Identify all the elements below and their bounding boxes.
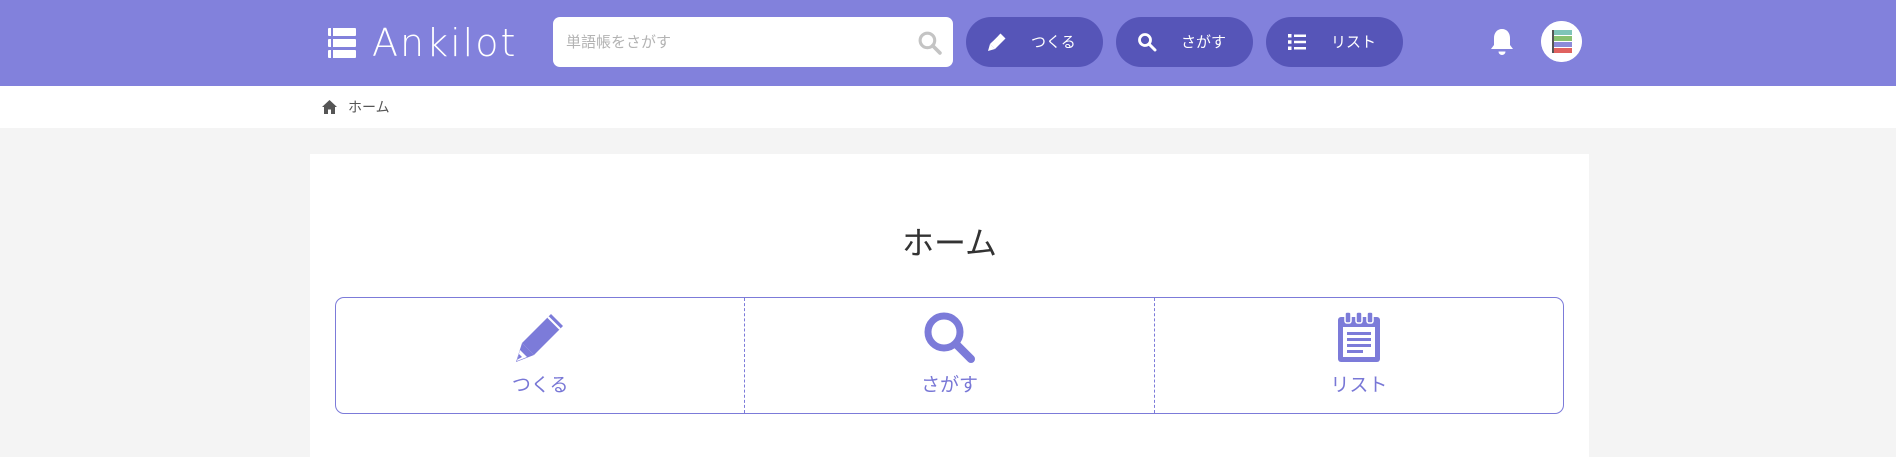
home-menu: つくる さがす リスト <box>335 297 1564 414</box>
top-header: Ankilot つくる さがす リスト <box>0 0 1896 86</box>
breadcrumb-home-link[interactable]: ホーム <box>348 97 390 117</box>
menu-search-label: さがす <box>920 374 978 396</box>
pencil-icon <box>988 33 1006 51</box>
search-box <box>553 17 953 67</box>
clipboard-icon <box>1337 311 1380 362</box>
nav-search-button[interactable]: さがす <box>1116 17 1253 67</box>
user-avatar[interactable] <box>1541 21 1582 62</box>
list-icon <box>1288 34 1306 50</box>
search-icon <box>1138 33 1157 52</box>
avatar-image <box>1541 21 1582 62</box>
nav-search-label: さがす <box>1181 33 1227 51</box>
menu-create-button[interactable]: つくる <box>336 298 744 413</box>
main-card: ホーム つくる さがす リスト <box>310 154 1589 457</box>
logo-text: Ankilot <box>372 21 518 65</box>
nav-create-button[interactable]: つくる <box>966 17 1103 67</box>
bell-icon[interactable] <box>1488 27 1516 57</box>
search-input[interactable] <box>553 17 953 67</box>
menu-search-button[interactable]: さがす <box>744 298 1153 413</box>
breadcrumb-bar: ホーム <box>0 86 1896 128</box>
app-logo[interactable]: Ankilot <box>326 22 517 64</box>
breadcrumb: ホーム <box>321 98 390 116</box>
pencil-icon <box>516 314 564 362</box>
logo-book-icon <box>328 28 356 58</box>
nav-list-button[interactable]: リスト <box>1266 17 1403 67</box>
menu-list-label: リスト <box>1330 374 1388 396</box>
search-icon[interactable] <box>917 30 942 55</box>
nav-list-label: リスト <box>1331 33 1377 51</box>
search-icon <box>924 312 976 363</box>
nav-create-label: つくる <box>1031 33 1076 51</box>
page-title: ホーム <box>901 224 998 262</box>
menu-list-button[interactable]: リスト <box>1153 298 1563 413</box>
menu-create-label: つくる <box>511 374 569 396</box>
home-icon <box>322 100 337 114</box>
